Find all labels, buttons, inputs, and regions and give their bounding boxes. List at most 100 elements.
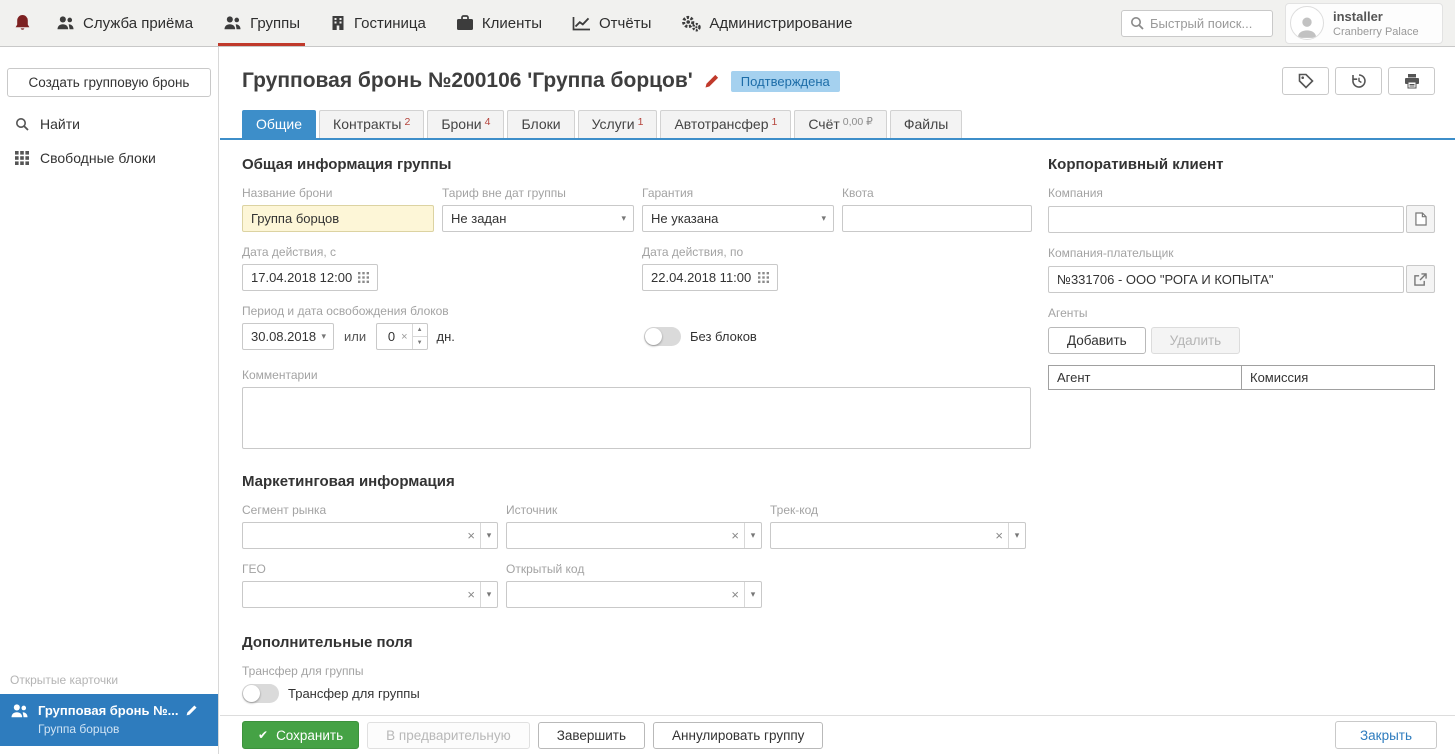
payer-open-button[interactable] bbox=[1406, 265, 1435, 293]
chevron-down-icon: ▾ bbox=[321, 332, 326, 341]
no-blocks-label: Без блоков bbox=[690, 329, 757, 344]
rate-value: Не задан bbox=[451, 211, 506, 226]
step-up-icon[interactable]: ▲ bbox=[413, 324, 427, 337]
annul-group-button[interactable]: Аннулировать группу bbox=[653, 722, 823, 749]
sidebar-item-label: Найти bbox=[40, 116, 80, 132]
print-button[interactable] bbox=[1388, 67, 1435, 95]
geo-input[interactable] bbox=[243, 582, 462, 607]
reception-icon bbox=[56, 15, 75, 31]
table-header-row: Агент Комиссия bbox=[1049, 366, 1435, 390]
nav-label: Гостиница bbox=[354, 15, 426, 32]
tab-account[interactable]: Счёт0,00 ₽ bbox=[794, 110, 887, 138]
action-bar: ✔Сохранить В предварительную Завершить А… bbox=[220, 715, 1455, 754]
history-button[interactable] bbox=[1335, 67, 1382, 95]
track-code-input[interactable] bbox=[771, 523, 990, 548]
chevron-down-icon[interactable]: ▾ bbox=[744, 582, 761, 607]
chevron-down-icon: ▾ bbox=[821, 214, 826, 223]
release-date-select[interactable]: 30.08.2018▾ bbox=[242, 323, 334, 350]
booking-name-input[interactable] bbox=[251, 206, 425, 231]
geo-label: ГЕО bbox=[242, 562, 498, 576]
save-button[interactable]: ✔Сохранить bbox=[242, 721, 359, 749]
segment-input[interactable] bbox=[243, 523, 462, 548]
guarantee-select[interactable]: Не указана▾ bbox=[642, 205, 834, 232]
sidebar-item-find[interactable]: Найти bbox=[0, 107, 218, 141]
create-group-booking-button[interactable]: Создать групповую бронь bbox=[7, 68, 211, 97]
tab-count: 4 bbox=[485, 116, 491, 128]
clear-icon[interactable]: × bbox=[726, 523, 744, 548]
chevron-down-icon[interactable]: ▾ bbox=[480, 523, 497, 548]
tags-button[interactable] bbox=[1282, 67, 1329, 95]
finish-button[interactable]: Завершить bbox=[538, 722, 645, 749]
tab-blocks[interactable]: Блоки bbox=[507, 110, 574, 138]
payer-company-input[interactable] bbox=[1057, 267, 1395, 292]
user-hotel: Cranberry Palace bbox=[1333, 26, 1419, 38]
tab-label: Контракты bbox=[333, 116, 401, 132]
avatar bbox=[1290, 6, 1324, 40]
open-code-input[interactable] bbox=[507, 582, 726, 607]
user-name: installer bbox=[1333, 9, 1419, 24]
nav-item-hotel[interactable]: Гостиница bbox=[315, 0, 441, 46]
nav-label: Отчёты bbox=[599, 15, 651, 32]
nav-item-reception[interactable]: Служба приёма bbox=[41, 0, 208, 46]
date-to-value: 22.04.2018 11:00 bbox=[651, 270, 751, 285]
edit-pencil-icon bbox=[185, 704, 198, 717]
edit-title-icon[interactable] bbox=[704, 73, 720, 89]
user-menu[interactable]: installer Cranberry Palace bbox=[1285, 3, 1443, 44]
open-card-title: Групповая бронь №... bbox=[38, 703, 178, 718]
chevron-down-icon[interactable]: ▾ bbox=[480, 582, 497, 607]
group-transfer-toggle[interactable] bbox=[242, 684, 279, 703]
nav-item-administration[interactable]: Администрирование bbox=[666, 0, 867, 46]
clear-icon[interactable]: × bbox=[462, 523, 480, 548]
clear-icon[interactable]: × bbox=[397, 324, 411, 349]
quota-label: Квота bbox=[842, 186, 1032, 200]
sidebar-item-free-blocks[interactable]: Свободные блоки bbox=[0, 141, 218, 175]
page-title: Групповая бронь №200106 'Группа борцов' bbox=[242, 69, 693, 93]
clear-icon[interactable]: × bbox=[726, 582, 744, 607]
step-down-icon[interactable]: ▼ bbox=[413, 337, 427, 349]
tab-label: Брони bbox=[441, 116, 481, 132]
source-input[interactable] bbox=[507, 523, 726, 548]
date-to-input[interactable]: 22.04.2018 11:00 bbox=[642, 264, 778, 291]
days-suffix: дн. bbox=[437, 329, 455, 344]
nav-item-groups[interactable]: Группы bbox=[208, 0, 315, 46]
days-stepper[interactable]: 0 × ▲▼ bbox=[376, 323, 427, 350]
rate-select[interactable]: Не задан▾ bbox=[442, 205, 634, 232]
tab-contracts[interactable]: Контракты2 bbox=[319, 110, 424, 138]
no-blocks-toggle[interactable] bbox=[644, 327, 681, 346]
tab-label: Блоки bbox=[521, 116, 560, 132]
delete-agent-button[interactable]: Удалить bbox=[1151, 327, 1241, 354]
quota-input[interactable] bbox=[851, 206, 1023, 231]
clear-icon[interactable]: × bbox=[990, 523, 1008, 548]
chevron-down-icon[interactable]: ▾ bbox=[1008, 523, 1025, 548]
company-select-button[interactable] bbox=[1406, 205, 1435, 233]
notifications-bell-icon[interactable] bbox=[14, 0, 31, 46]
tab-autotransfer[interactable]: Автотрансфер1 bbox=[660, 110, 791, 138]
open-code-combo[interactable]: ×▾ bbox=[506, 581, 762, 608]
nav-item-clients[interactable]: Клиенты bbox=[441, 0, 557, 46]
chevron-down-icon[interactable]: ▾ bbox=[744, 523, 761, 548]
company-input[interactable] bbox=[1057, 207, 1395, 232]
geo-combo[interactable]: ×▾ bbox=[242, 581, 498, 608]
close-button[interactable]: Закрыть bbox=[1335, 721, 1437, 749]
tab-general[interactable]: Общие bbox=[242, 110, 316, 138]
agents-table: Агент Комиссия bbox=[1048, 365, 1435, 390]
comments-textarea[interactable] bbox=[242, 387, 1031, 449]
main-content: Групповая бронь №200106 'Группа борцов' … bbox=[220, 47, 1455, 754]
section-heading-marketing: Маркетинговая информация bbox=[242, 473, 1035, 490]
segment-combo[interactable]: ×▾ bbox=[242, 522, 498, 549]
date-from-input[interactable]: 17.04.2018 12:00 bbox=[242, 264, 378, 291]
source-combo[interactable]: ×▾ bbox=[506, 522, 762, 549]
tab-services[interactable]: Услуги1 bbox=[578, 110, 658, 138]
tab-files[interactable]: Файлы bbox=[890, 110, 962, 138]
groups-icon bbox=[10, 703, 29, 719]
tab-bookings[interactable]: Брони 4 bbox=[427, 110, 504, 138]
clear-icon[interactable]: × bbox=[462, 582, 480, 607]
track-code-combo[interactable]: ×▾ bbox=[770, 522, 1026, 549]
open-card-group-booking[interactable]: Групповая бронь №... Группа борцов bbox=[0, 694, 218, 746]
nav-item-reports[interactable]: Отчёты bbox=[557, 0, 666, 46]
search-input[interactable] bbox=[1150, 16, 1264, 31]
tab-label: Услуги bbox=[592, 116, 635, 132]
to-preliminary-button[interactable]: В предварительную bbox=[367, 722, 530, 749]
segment-label: Сегмент рынка bbox=[242, 503, 498, 517]
add-agent-button[interactable]: Добавить bbox=[1048, 327, 1146, 354]
